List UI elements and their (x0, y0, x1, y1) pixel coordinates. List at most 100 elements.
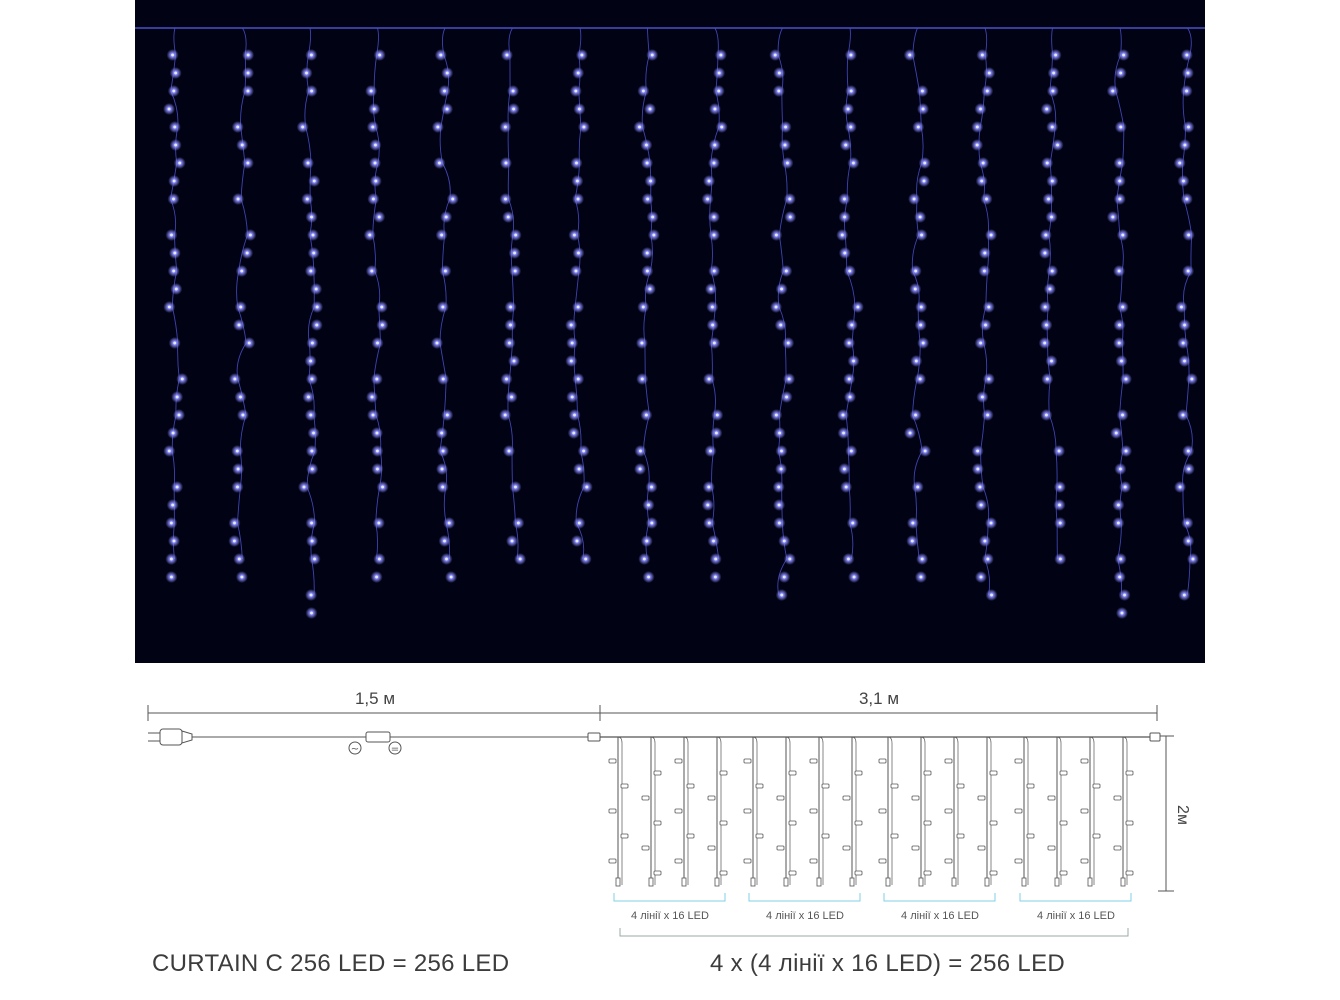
led-core (1051, 89, 1055, 93)
led-core (920, 233, 923, 237)
led-core (650, 53, 654, 57)
led-core (714, 575, 717, 579)
led-core (1180, 305, 1183, 309)
led-core (178, 161, 182, 165)
led-core (650, 485, 653, 489)
led-core (172, 179, 176, 183)
led-core (649, 179, 652, 183)
led-core (850, 323, 854, 327)
led-bulb-icon (620, 833, 629, 839)
led-core (918, 377, 922, 381)
led-core (784, 125, 787, 129)
led-core (979, 107, 982, 111)
led-core (445, 413, 449, 417)
led-bulb-icon (1125, 820, 1134, 826)
led-core (640, 377, 644, 381)
ac-symbol-text: ~ (351, 744, 359, 755)
led-core (777, 485, 781, 489)
led-core (774, 233, 778, 237)
led-core (315, 323, 319, 327)
led-core (715, 431, 718, 435)
strand-end-cap (1054, 877, 1060, 887)
led-core (707, 521, 711, 525)
led-bulb-icon (608, 808, 617, 814)
led-core (1181, 413, 1185, 417)
led-core (710, 305, 714, 309)
led-core (985, 197, 988, 201)
led-bulb-icon (674, 858, 683, 864)
led-core (512, 107, 516, 111)
led-core (1120, 611, 1124, 615)
led-core (645, 161, 649, 165)
led-core (783, 143, 787, 147)
led-bulb-icon (956, 833, 965, 839)
led-core (507, 449, 511, 453)
led-core (1187, 125, 1190, 129)
led-core (175, 395, 179, 399)
led-core (505, 377, 508, 381)
led-core (249, 233, 252, 237)
group-bracket (1019, 893, 1132, 902)
led-core (237, 557, 241, 561)
led-core (236, 485, 239, 489)
led-bulb-icon (653, 770, 662, 776)
led-bulb-icon (641, 795, 650, 801)
led-core (1191, 557, 1195, 561)
led-core (715, 413, 719, 417)
led-core (576, 71, 580, 75)
led-bulb-icon (923, 770, 932, 776)
led-core (436, 125, 440, 129)
led-core (378, 53, 382, 57)
led-core (980, 395, 984, 399)
led-core (445, 107, 449, 111)
led-core (1186, 539, 1190, 543)
led-core (843, 251, 847, 255)
led-bulb-icon (989, 770, 998, 776)
strand-wire-pair (887, 736, 893, 885)
led-bulb-icon (1026, 783, 1035, 789)
led-core (375, 431, 379, 435)
led-core (440, 233, 444, 237)
led-core (1183, 359, 1186, 363)
led-core (1118, 323, 1121, 327)
led-core (848, 269, 852, 273)
led-core (376, 341, 379, 345)
led-bulb-icon (674, 758, 683, 764)
led-core (1116, 521, 1120, 525)
led-core (246, 89, 250, 93)
led-core (1178, 161, 1182, 165)
led-bulb-icon (944, 858, 953, 864)
strand-wire (236, 27, 248, 560)
led-core (447, 521, 451, 525)
led-core (1117, 341, 1121, 345)
led-bulb-icon (1059, 820, 1068, 826)
led-core (570, 341, 574, 345)
led-core (576, 197, 580, 201)
right-caption: 4 х (4 лінії х 16 LED) = 256 LED (710, 950, 1066, 977)
led-core (310, 89, 313, 93)
strand-wire-pair (785, 736, 791, 885)
led-core (1045, 377, 1049, 381)
led-core (503, 413, 507, 417)
led-core (503, 125, 507, 129)
strand-end-cap (750, 877, 756, 887)
led-core (169, 557, 173, 561)
led-core (309, 593, 313, 597)
strand-wire-pair (1089, 736, 1095, 885)
led-core (709, 449, 712, 453)
led-core (1044, 413, 1048, 417)
led-core (575, 161, 578, 165)
led-bulb-icon (956, 783, 965, 789)
led-core (1058, 557, 1062, 561)
led-bulb-icon (743, 758, 752, 764)
led-bulb-icon (707, 845, 716, 851)
led-core (309, 359, 313, 363)
led-core (914, 359, 918, 363)
left-caption: CURTAIN C 256 LED = 256 LED (152, 950, 510, 977)
led-core (1178, 485, 1182, 489)
strand-end-cap (1120, 877, 1126, 887)
led-core (1050, 125, 1054, 129)
led-core (1185, 197, 1189, 201)
led-bulb-icon (1080, 808, 1089, 814)
led-core (707, 179, 711, 183)
